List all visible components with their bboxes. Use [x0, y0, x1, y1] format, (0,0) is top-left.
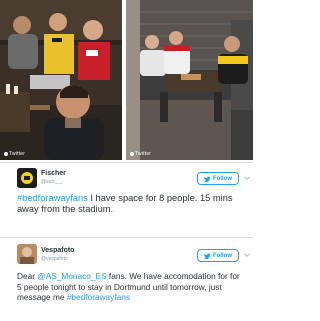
tweet-text: #bedforawayfans I have space for 8 peopl… — [17, 193, 243, 215]
follow-label: Follow — [213, 252, 232, 259]
watermark-label: Twitter — [135, 151, 152, 157]
selfie-photo[interactable]: Twitter — [0, 0, 122, 160]
selfie-photo-graphic — [0, 0, 122, 160]
twitter-icon — [4, 151, 8, 156]
hashtag-link[interactable]: #bedforawayfans — [67, 292, 130, 302]
dinner-photo[interactable]: Twitter — [126, 0, 253, 160]
hashtag-link[interactable]: #bedforawayfans — [17, 193, 88, 203]
tweet-card: Fischer @sub___ Follow #bedforawayfans I… — [0, 162, 253, 237]
avatar-graphic — [17, 244, 37, 264]
photo-collage: Twitter Twitter — [0, 0, 253, 160]
follow-button[interactable]: Follow — [197, 172, 239, 185]
tweet-text-prefix: Dear — [17, 271, 38, 281]
photo-watermark: Twitter — [130, 151, 151, 157]
display-name[interactable]: Fischer — [41, 170, 66, 177]
watermark-label: Twitter — [9, 151, 26, 157]
avatar[interactable] — [17, 168, 37, 188]
follow-label: Follow — [213, 175, 232, 182]
photo-watermark: Twitter — [4, 151, 25, 157]
dinner-photo-graphic — [126, 0, 253, 160]
avatar[interactable] — [17, 244, 37, 264]
user-handle[interactable]: @vespafoto — [41, 256, 68, 262]
chevron-down-icon[interactable] — [244, 175, 250, 181]
user-handle[interactable]: @sub___ — [41, 179, 62, 185]
follow-bird-icon — [204, 253, 211, 259]
tweet-card: Vespafoto @vespafoto Follow Dear @AS_Mon… — [0, 237, 253, 321]
follow-bird-icon — [204, 176, 211, 182]
follow-button[interactable]: Follow — [197, 249, 239, 262]
display-name[interactable]: Vespafoto — [41, 247, 74, 254]
tweet-text: Dear @AS_Monaco_ES fans. We have accomod… — [17, 271, 243, 303]
twitter-icon — [130, 151, 134, 156]
mention-link[interactable]: @AS_Monaco_ES — [37, 271, 106, 281]
chevron-down-icon[interactable] — [244, 252, 250, 258]
avatar-graphic — [17, 168, 37, 188]
